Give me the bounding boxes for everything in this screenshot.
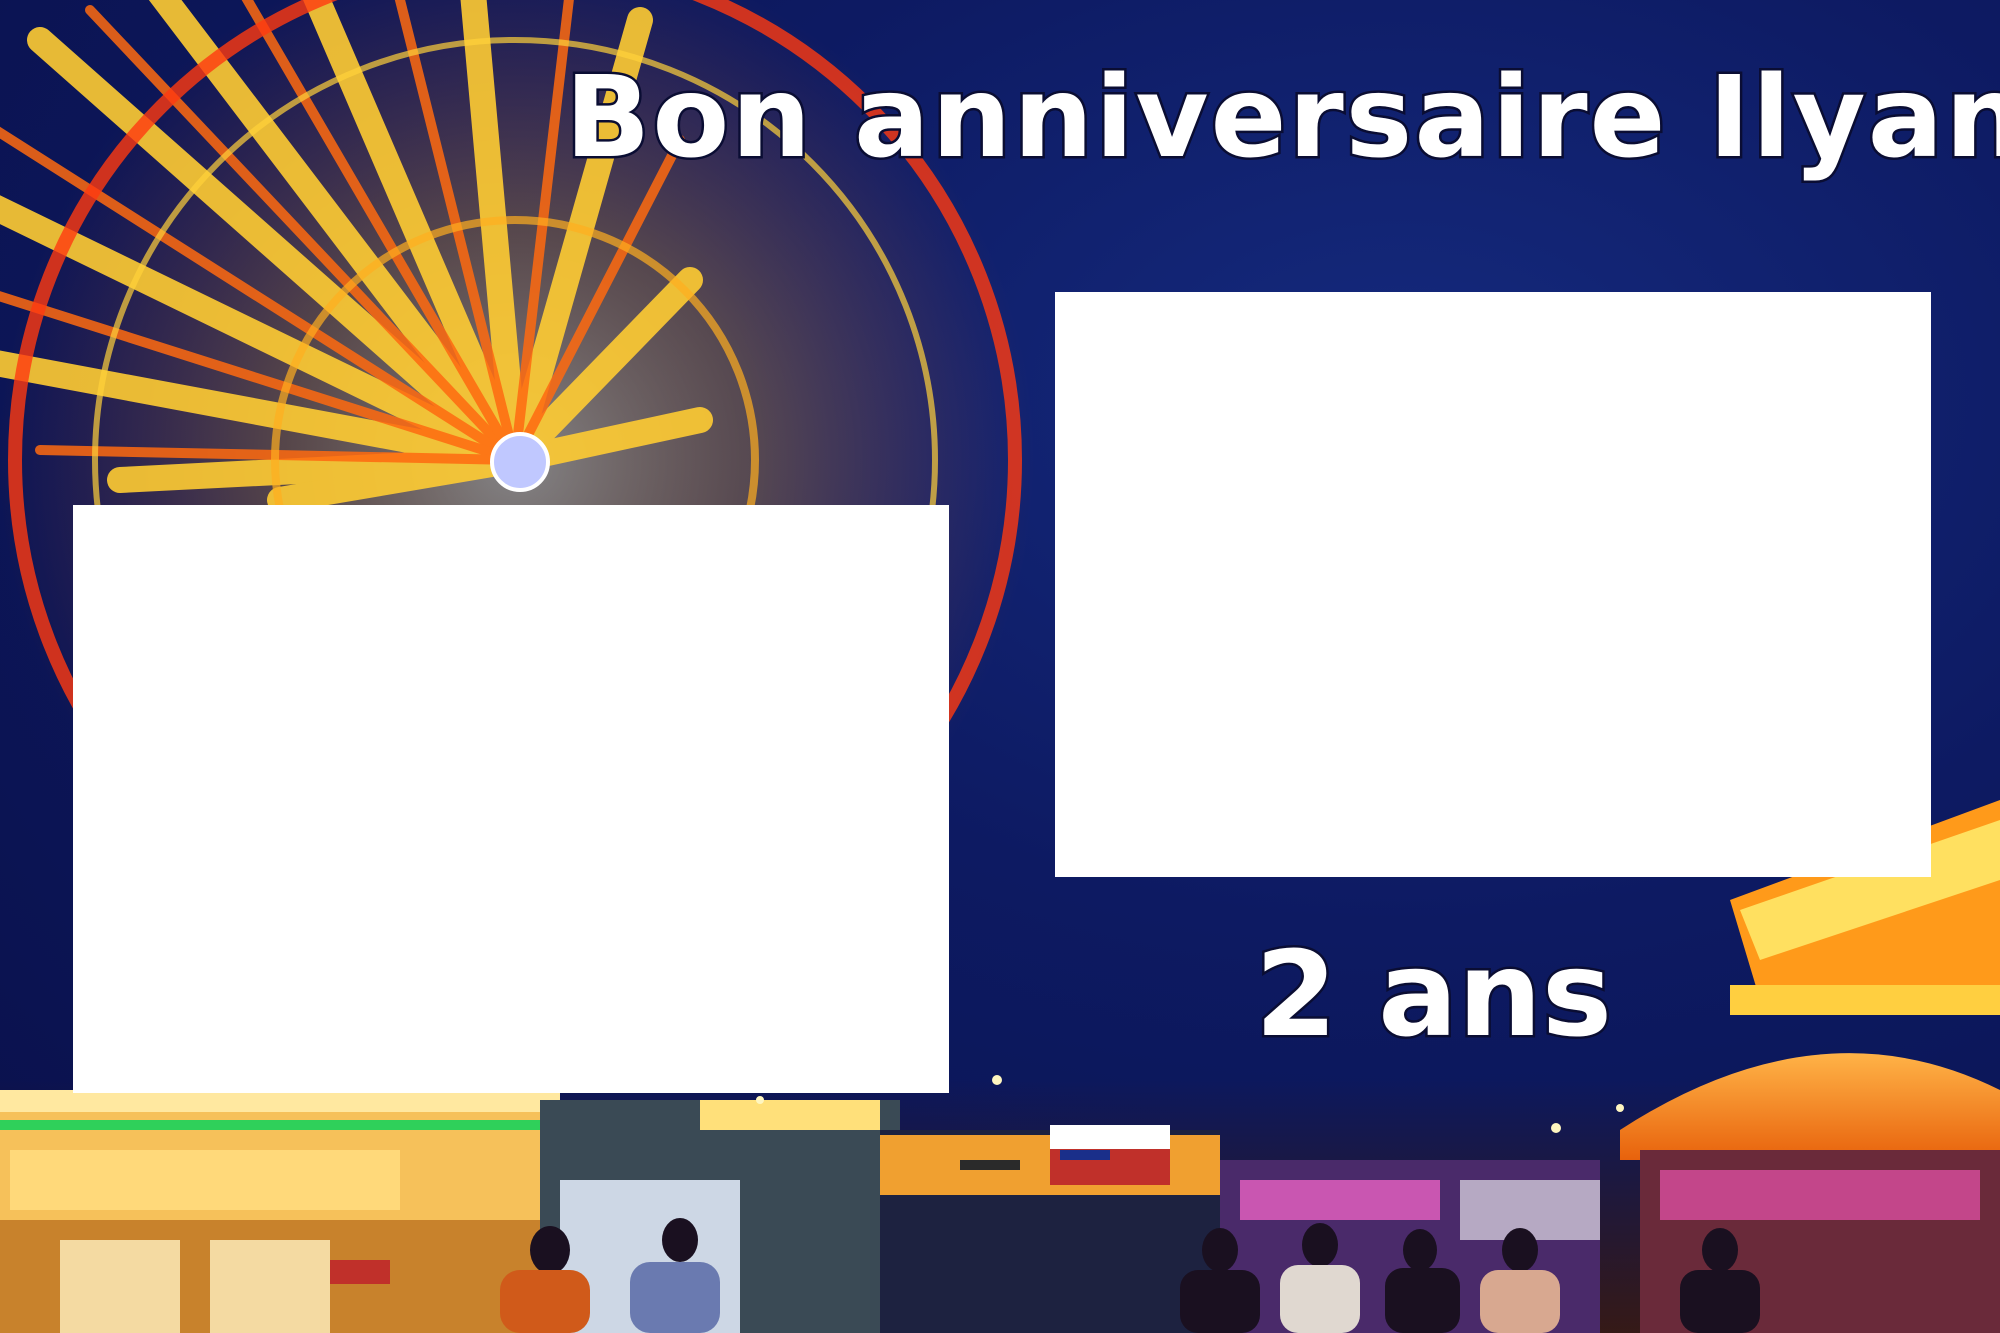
photo-placeholder-left: [73, 505, 949, 1093]
birthday-card: Bon anniversaire Ilyana 2 ans: [0, 0, 2000, 1333]
left-game-booth: [0, 1090, 560, 1333]
photo-placeholder-right: [1055, 292, 1931, 877]
right-carousel: [1620, 800, 2000, 1333]
age-label: 2 ans: [1252, 925, 1614, 1063]
birthday-title: Bon anniversaire Ilyana: [562, 53, 2000, 183]
